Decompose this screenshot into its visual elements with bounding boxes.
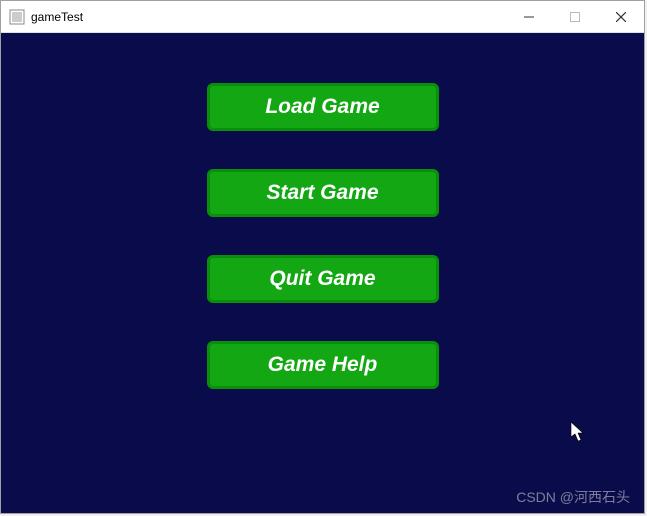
quit-game-button[interactable]: Quit Game [207,255,439,303]
menu-button-label: Quit Game [269,267,375,291]
titlebar-left: gameTest [9,9,83,25]
minimize-button[interactable] [506,1,552,32]
cursor-icon [570,421,586,443]
game-main-menu: Load Game Start Game Quit Game Game Help… [1,33,644,513]
menu-button-label: Start Game [266,181,378,205]
close-button[interactable] [598,1,644,32]
game-help-button[interactable]: Game Help [207,341,439,389]
maximize-button[interactable] [552,1,598,32]
watermark-text: CSDN @河西石头 [516,487,630,507]
app-icon [9,9,25,25]
app-title: gameTest [31,10,83,24]
start-game-button[interactable]: Start Game [207,169,439,217]
menu-button-label: Load Game [265,95,379,119]
window-controls [506,1,644,32]
titlebar: gameTest [1,1,644,33]
menu-button-label: Game Help [268,353,378,377]
load-game-button[interactable]: Load Game [207,83,439,131]
app-window: gameTest Load Game Start Game Quit Game … [0,0,645,514]
